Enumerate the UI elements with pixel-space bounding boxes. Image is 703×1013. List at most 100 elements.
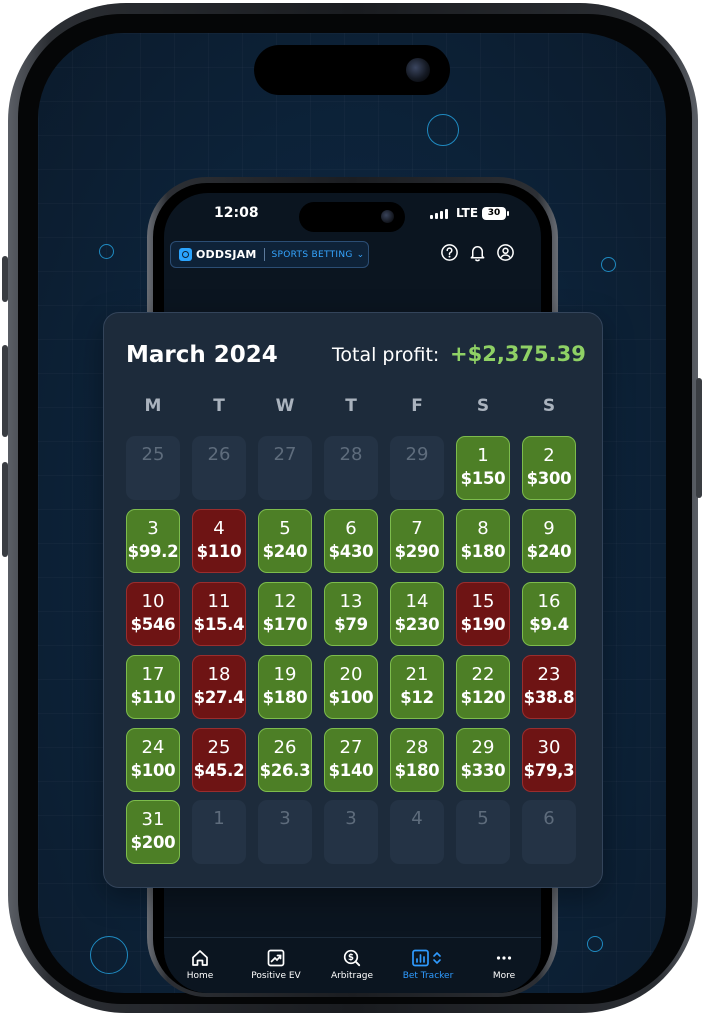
calendar-day-positive[interactable]: 9 $240 [522,509,576,573]
calendar-day-negative[interactable]: 18 $27.4 [192,655,246,719]
tab-positive-ev[interactable]: Positive EV [244,948,308,981]
calendar-day-positive[interactable]: 3 $99.2 [126,509,180,573]
calendar-day-positive[interactable]: 22 $120 [456,655,510,719]
calendar-day-positive[interactable]: 28 $180 [390,728,444,792]
day-number: 3 [147,518,159,539]
day-amount: $200 [130,833,176,852]
calendar-day-positive[interactable]: 24 $100 [126,728,180,792]
day-number: 11 [207,591,231,612]
day-amount: $100 [130,761,176,780]
day-number: 12 [273,591,297,612]
calendar-day-negative[interactable]: 25 $45.2 [192,728,246,792]
day-number: 6 [345,518,357,539]
weekday-label: W [275,396,295,416]
calendar-day-positive[interactable]: 7 $290 [390,509,444,573]
day-amount: $79,3 [523,761,575,780]
tab-label: More [492,971,516,981]
calendar-day-positive[interactable]: 27 $140 [324,728,378,792]
network-label: LTE [456,206,479,220]
account-icon[interactable] [496,243,515,262]
calendar-day-negative[interactable]: 4 $110 [192,509,246,573]
decorative-dot [90,936,128,974]
calendar-day-positive[interactable]: 14 $230 [390,582,444,646]
day-number: 5 [477,808,489,829]
calendar-day-outside-month: 3 [324,800,378,864]
help-icon[interactable] [440,243,459,262]
decorative-dot [601,257,616,272]
weekday-label: M [144,396,162,416]
tab-arbitrage[interactable]: $ Arbitrage [320,948,384,981]
day-number: 5 [279,518,291,539]
calendar-day-outside-month: 3 [258,800,312,864]
day-number: 15 [471,591,495,612]
bar-chart-icon [412,949,441,967]
tab-home[interactable]: Home [168,948,232,981]
home-icon [192,950,208,966]
svg-text:$: $ [348,953,354,963]
weekday-label: T [345,396,357,416]
calendar-day-outside-month: 4 [390,800,444,864]
calendar-day-positive[interactable]: 1 $150 [456,436,510,500]
day-number: 14 [405,591,429,612]
tab-label: Bet Tracker [402,971,454,981]
tab-more[interactable]: More [472,948,536,981]
calendar-day-positive[interactable]: 31 $200 [126,800,180,864]
calendar-day-positive[interactable]: 6 $430 [324,509,378,573]
calendar-day-negative[interactable]: 23 $38.8 [522,655,576,719]
total-profit-label: Total profit: [332,344,440,366]
day-amount: $180 [460,542,506,561]
calendar-day-positive[interactable]: 21 $12 [390,655,444,719]
calendar-day-outside-month: 29 [390,436,444,500]
calendar-day-negative[interactable]: 30 $79,3 [522,728,576,792]
calendar-day-negative[interactable]: 10 $546 [126,582,180,646]
calendar-day-positive[interactable]: 19 $180 [258,655,312,719]
calendar-day-positive[interactable]: 8 $180 [456,509,510,573]
calendar-day-positive[interactable]: 16 $9.4 [522,582,576,646]
weekday-label: T [213,396,225,416]
decorative-dot [99,244,114,259]
calendar-day-positive[interactable]: 26 $26.3 [258,728,312,792]
calendar-day-outside-month: 1 [192,800,246,864]
tab-bet-tracker[interactable]: Bet Tracker [396,948,460,981]
day-number: 9 [543,518,555,539]
calendar-day-outside-month: 26 [192,436,246,500]
day-amount: $190 [460,615,506,634]
calendar-day-negative[interactable]: 11 $15.4 [192,582,246,646]
calendar-day-positive[interactable]: 2 $300 [522,436,576,500]
day-number: 3 [345,808,357,829]
chevron-down-icon: ⌄ [356,249,365,260]
day-number: 13 [339,591,363,612]
day-number: 4 [213,518,225,539]
dynamic-island [254,45,450,95]
calendar-day-positive[interactable]: 29 $330 [456,728,510,792]
day-amount: $79 [334,615,368,634]
day-number: 29 [471,737,495,758]
bell-icon[interactable] [468,243,487,262]
day-number: 21 [405,664,429,685]
calendar-day-positive[interactable]: 17 $110 [126,655,180,719]
inner-dynamic-island [299,202,405,232]
day-number: 23 [537,664,561,685]
day-amount: $430 [328,542,374,561]
calendar-day-positive[interactable]: 13 $79 [324,582,378,646]
more-icon [496,956,512,960]
day-number: 28 [405,737,429,758]
calendar-day-positive[interactable]: 5 $240 [258,509,312,573]
day-amount: $120 [460,688,506,707]
day-amount: $180 [394,761,440,780]
day-amount: $150 [460,469,506,488]
profit-calendar-card: March 2024 Total profit: +$2,375.39 M T W T… [103,312,603,888]
signal-icon [430,209,448,219]
calendar-day-outside-month: 27 [258,436,312,500]
calendar-day-positive[interactable]: 20 $100 [324,655,378,719]
day-number: 22 [471,664,495,685]
calendar-day-negative[interactable]: 15 $190 [456,582,510,646]
calendar-day-positive[interactable]: 12 $170 [258,582,312,646]
weekday-label: S [542,396,556,416]
brand-section-selector[interactable]: ODDSJAM SPORTS BETTING ⌄ [170,241,369,268]
day-amount: $15.4 [193,615,245,634]
day-number: 3 [279,808,291,829]
day-number: 7 [411,518,423,539]
outer-side-button [2,256,8,302]
day-number: 31 [141,809,165,830]
